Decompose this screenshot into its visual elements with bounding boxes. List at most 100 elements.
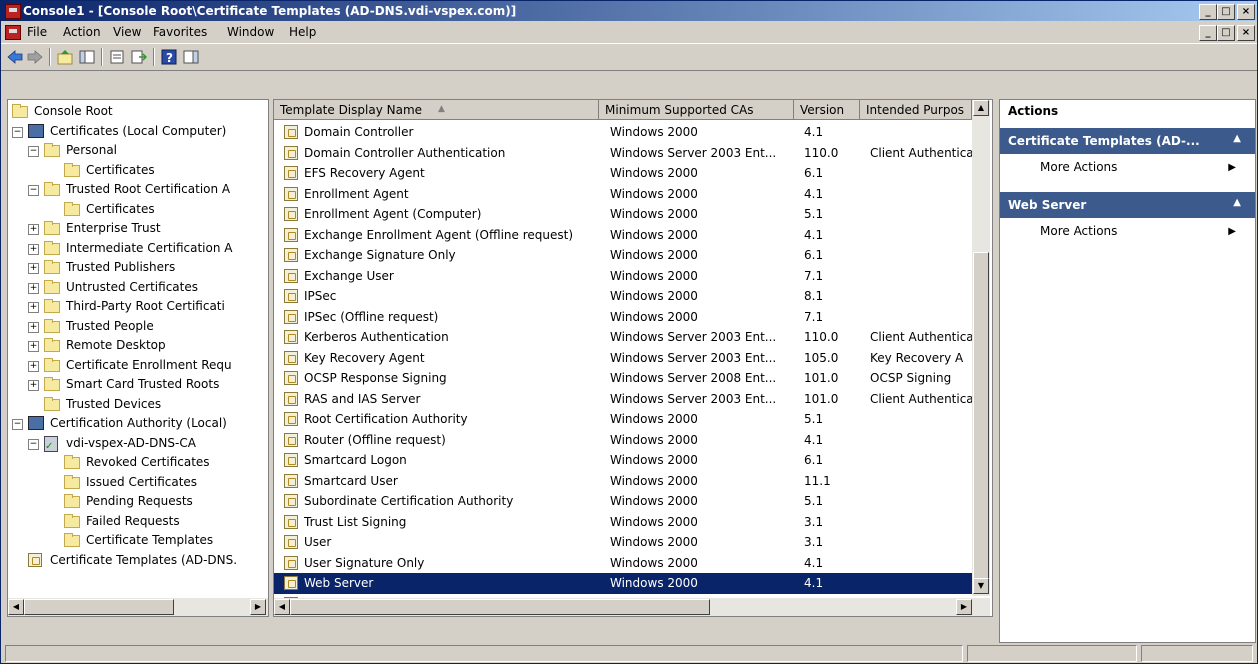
table-row[interactable]: EFS Recovery Agent Windows 2000 6.1: [274, 163, 972, 184]
tree-node-label: Trusted People: [66, 318, 154, 333]
scroll-right-button[interactable]: ▶: [956, 599, 972, 615]
table-row[interactable]: Exchange User Windows 2000 7.1: [274, 266, 972, 287]
table-row[interactable]: Smartcard User Windows 2000 11.1: [274, 471, 972, 492]
table-row[interactable]: Domain Controller Windows 2000 4.1: [274, 122, 972, 143]
cell-template-name: IPSec (Offline request): [304, 309, 439, 324]
horizontal-scroll-thumb[interactable]: [24, 599, 174, 615]
cell-min-supported-ca: Windows Server 2003 Ent...: [610, 145, 777, 160]
table-row[interactable]: Trust List Signing Windows 2000 3.1: [274, 512, 972, 533]
document-system-menu-icon[interactable]: [5, 25, 21, 40]
expand-icon[interactable]: +: [28, 380, 39, 391]
tree-horizontal-scrollbar[interactable]: ◀ ▶: [8, 598, 268, 616]
table-row[interactable]: IPSec Windows 2000 8.1: [274, 286, 972, 307]
cell-min-supported-ca: Windows 2000: [610, 248, 698, 262]
column-header-template-display-name[interactable]: Template Display Name ▲: [274, 100, 599, 120]
collapse-tree-icon[interactable]: −: [28, 146, 39, 157]
expand-icon[interactable]: +: [28, 282, 39, 294]
collapse-tree-icon[interactable]: −: [28, 185, 39, 196]
certificate-template-icon: [284, 145, 298, 160]
maximize-button[interactable]: □: [1217, 4, 1235, 20]
table-row[interactable]: OCSP Response Signing Windows Server 2008…: [274, 368, 972, 389]
action-section-web-server[interactable]: Web Server ▲: [1000, 192, 1255, 218]
table-row[interactable]: Root Certification Authority Windows 2000…: [274, 409, 972, 430]
column-header-intended-purposes[interactable]: Intended Purpos: [860, 100, 972, 120]
table-row[interactable]: Enrollment Agent (Computer) Windows 2000 5…: [274, 204, 972, 225]
table-row[interactable]: Kerberos Authentication Windows Server 20…: [274, 327, 972, 348]
list-horizontal-scrollbar[interactable]: ◀ ▶: [274, 598, 990, 616]
mmc-app-icon[interactable]: [5, 4, 21, 19]
table-row[interactable]: Web Server Windows 2000 4.1: [274, 573, 972, 594]
certificate-template-icon: [284, 514, 298, 529]
table-row[interactable]: Domain Controller Authentication Windows …: [274, 143, 972, 164]
scroll-up-button[interactable]: ▲: [973, 100, 989, 116]
menu-window[interactable]: Window: [227, 25, 274, 39]
list-vertical-scrollbar[interactable]: ▲ ▼: [972, 100, 990, 596]
show-hide-action-pane-icon[interactable]: [183, 49, 199, 65]
table-row[interactable]: User Signature Only Windows 2000 4.1: [274, 553, 972, 574]
table-row[interactable]: Exchange Enrollment Agent (Offline reque…: [274, 225, 972, 246]
table-row[interactable]: Exchange Signature Only Windows 2000 6.1: [274, 245, 972, 266]
show-hide-tree-icon[interactable]: [79, 49, 95, 65]
menu-file[interactable]: File: [27, 25, 47, 39]
menu-help[interactable]: Help: [289, 25, 316, 39]
help-icon[interactable]: ?: [161, 49, 177, 65]
export-list-icon[interactable]: [131, 49, 147, 65]
column-header-minimum-supported-cas[interactable]: Minimum Supported CAs: [599, 100, 794, 120]
back-arrow-icon[interactable]: [7, 49, 23, 65]
certificate-template-icon: [284, 125, 298, 139]
folder-icon: [64, 201, 80, 216]
table-row[interactable]: RAS and IAS Server Windows Server 2003 En…: [274, 389, 972, 410]
cell-template-name: Exchange Signature Only: [304, 248, 456, 262]
collapse-tree-icon[interactable]: −: [28, 438, 39, 450]
scroll-right-button[interactable]: ▶: [250, 599, 266, 615]
doc-restore-button[interactable]: □: [1217, 25, 1235, 41]
table-row[interactable]: IPSec (Offline request) Windows 2000 7.1: [274, 307, 972, 328]
collapse-tree-icon[interactable]: −: [12, 126, 23, 138]
expand-icon[interactable]: +: [28, 224, 39, 235]
actions-header: Actions: [1008, 104, 1059, 118]
table-row[interactable]: Smartcard Logon Windows 2000 6.1: [274, 450, 972, 471]
collapse-icon[interactable]: ▲: [1233, 133, 1241, 144]
menu-view[interactable]: View: [113, 25, 141, 39]
close-button[interactable]: ×: [1237, 4, 1255, 20]
table-row[interactable]: Subordinate Certification Authority Windo…: [274, 491, 972, 512]
doc-close-button[interactable]: ×: [1237, 25, 1255, 41]
properties-icon[interactable]: [109, 49, 125, 65]
table-row[interactable]: Router (Offline request) Windows 2000 4.1: [274, 430, 972, 451]
table-row[interactable]: Enrollment Agent Windows 2000 4.1: [274, 184, 972, 205]
horizontal-scroll-thumb[interactable]: [290, 599, 710, 615]
doc-minimize-button[interactable]: _: [1199, 25, 1217, 41]
expand-icon[interactable]: +: [28, 263, 39, 274]
title-bar[interactable]: Console1 - [Console Root\Certificate Tem…: [1, 1, 1257, 21]
menu-action[interactable]: Action: [63, 25, 101, 39]
cell-version: 105.0: [804, 350, 839, 365]
more-actions-item[interactable]: More Actions ▶: [1040, 160, 1240, 180]
console-tree-pane[interactable]: Console Root − Certificates (Local Compute…: [7, 99, 269, 617]
collapse-icon[interactable]: ▲: [1233, 197, 1241, 208]
template-list-pane[interactable]: Template Display Name ▲ Minimum Supporte…: [273, 99, 993, 617]
more-actions-item[interactable]: More Actions ▶: [1040, 224, 1240, 244]
scroll-left-button[interactable]: ◀: [274, 599, 290, 615]
expand-icon[interactable]: +: [28, 302, 39, 313]
expand-icon[interactable]: +: [28, 243, 39, 255]
certificate-template-icon: [284, 371, 298, 385]
forward-arrow-icon[interactable]: [27, 49, 43, 65]
scroll-left-button[interactable]: ◀: [8, 599, 24, 615]
scroll-thumb[interactable]: [973, 252, 989, 580]
minimize-button[interactable]: _: [1199, 4, 1217, 20]
expand-icon[interactable]: +: [28, 341, 39, 352]
actions-pane: Actions Certificate Templates (AD-... ▲ …: [999, 99, 1256, 643]
certificate-template-icon: [284, 248, 298, 262]
expand-icon[interactable]: +: [28, 321, 39, 333]
scroll-down-button[interactable]: ▼: [973, 578, 989, 594]
table-row[interactable]: Key Recovery Agent Windows Server 2003 En…: [274, 348, 972, 369]
cell-min-supported-ca: Windows 2000: [610, 289, 698, 303]
expand-icon[interactable]: +: [28, 360, 39, 372]
collapse-tree-icon[interactable]: −: [12, 419, 23, 430]
table-row[interactable]: User Windows 2000 3.1: [274, 532, 972, 553]
computer-icon: [28, 416, 44, 430]
action-section-certificate-templates[interactable]: Certificate Templates (AD-... ▲: [1000, 128, 1255, 154]
menu-favorites[interactable]: Favorites: [153, 25, 207, 39]
up-one-level-icon[interactable]: [57, 49, 73, 65]
column-header-version[interactable]: Version: [794, 100, 860, 120]
